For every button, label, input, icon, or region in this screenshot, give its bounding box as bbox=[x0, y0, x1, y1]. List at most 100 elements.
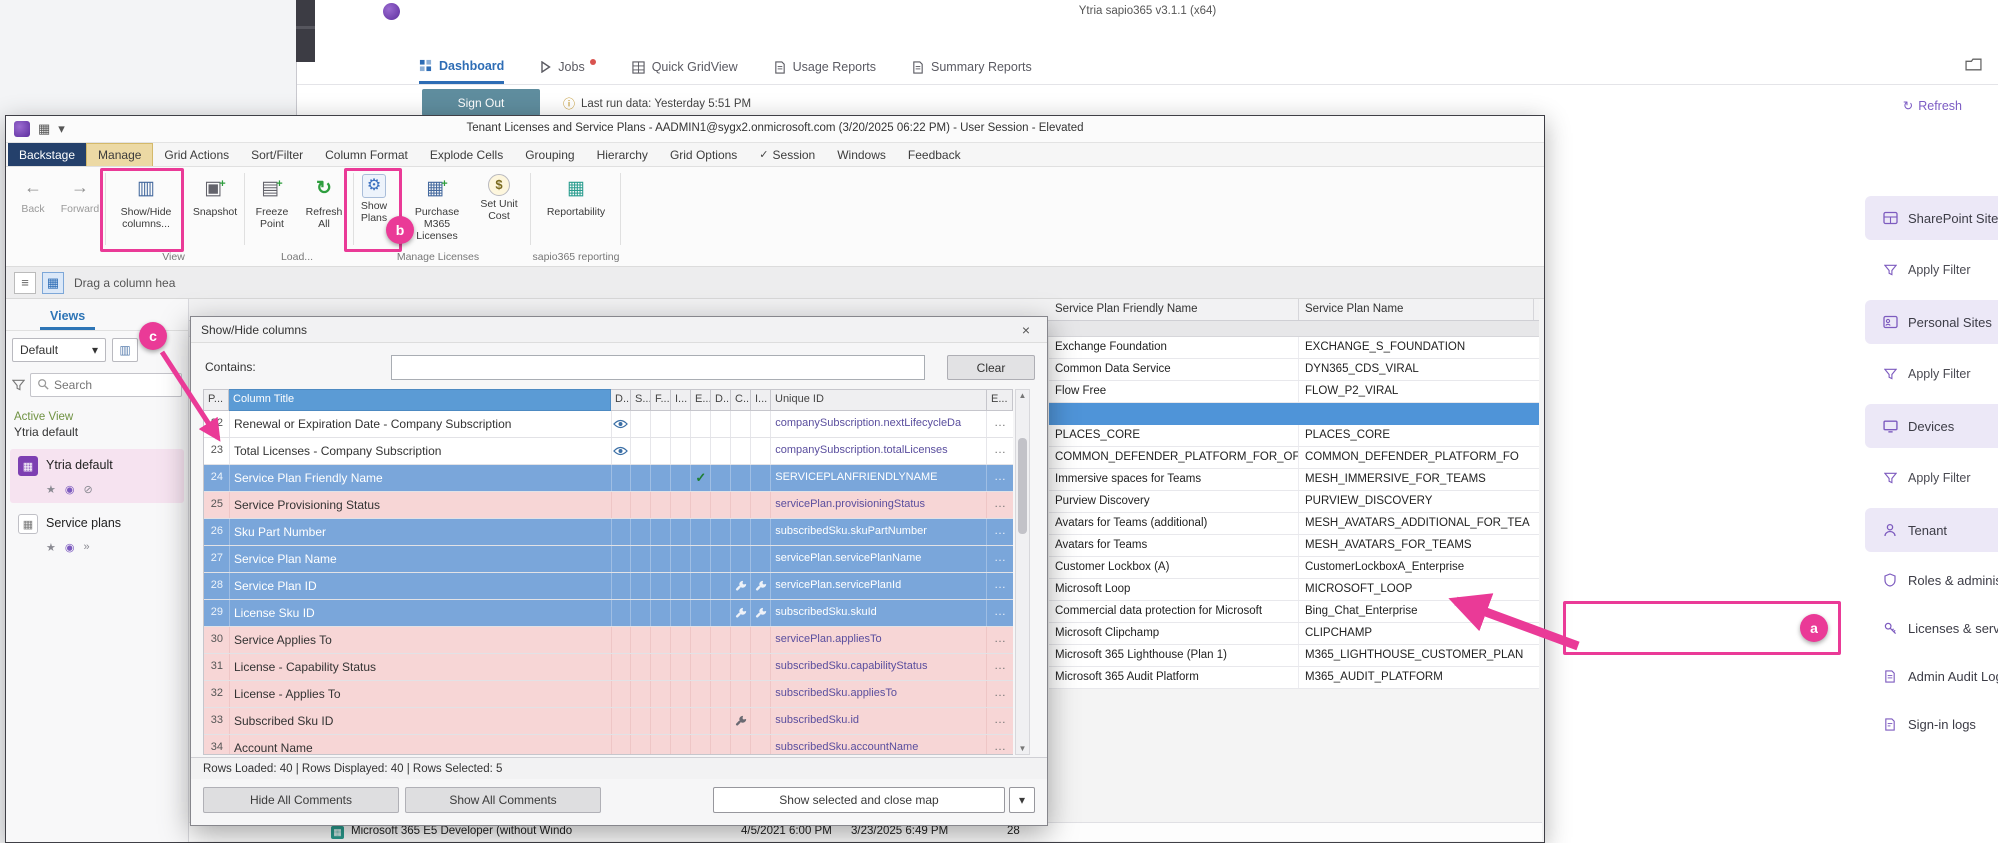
column-row-23[interactable]: 23Total Licenses - Company Subscriptionc… bbox=[204, 438, 1013, 465]
comment-ellipsis-button[interactable]: … bbox=[987, 465, 1013, 491]
column-row-30[interactable]: 30Service Applies ToservicePlan.appliesT… bbox=[204, 627, 1013, 654]
view-item-ytria-default[interactable]: ▦Ytria default★◉⊘ bbox=[10, 449, 184, 503]
scrollbar-thumb[interactable] bbox=[1018, 438, 1027, 534]
set-unit-cost-button[interactable]: $ Set Unit Cost bbox=[472, 171, 526, 247]
comment-ellipsis-button[interactable]: … bbox=[987, 546, 1013, 572]
comment-ellipsis-button[interactable]: … bbox=[987, 681, 1013, 707]
ribbon-tab-windows[interactable]: Windows bbox=[826, 143, 897, 166]
column-row-24[interactable]: 24Service Plan Friendly Name✓SERVICEPLAN… bbox=[204, 465, 1013, 492]
dialog-column-header[interactable]: E... bbox=[691, 389, 711, 411]
grid-row[interactable]: COMMON_DEFENDER_PLATFORM_FOR_OFCOMMON_DE… bbox=[1049, 447, 1539, 469]
top-tab-quick-gridview[interactable]: Quick GridView bbox=[632, 50, 738, 84]
show-hide-columns-button[interactable]: ▥ Show/Hide columns... bbox=[107, 171, 185, 247]
panel-item-sign-in-logs[interactable]: Sign-in logs bbox=[1865, 704, 1998, 744]
dialog-column-header[interactable]: D... bbox=[711, 389, 731, 411]
dialog-column-header[interactable]: Unique ID bbox=[771, 389, 987, 411]
star-icon[interactable]: ★ bbox=[46, 483, 56, 496]
dialog-column-header[interactable]: I... bbox=[671, 389, 691, 411]
comment-ellipsis-button[interactable]: … bbox=[987, 708, 1013, 734]
scroll-up-icon[interactable]: ▲ bbox=[1016, 391, 1029, 400]
filter-icon[interactable] bbox=[12, 379, 25, 391]
back-button[interactable]: ← Back bbox=[14, 177, 52, 215]
column-row-28[interactable]: 28Service Plan IDservicePlan.servicePlan… bbox=[204, 573, 1013, 600]
ribbon-tab-grouping[interactable]: Grouping bbox=[514, 143, 585, 166]
contains-input[interactable] bbox=[391, 355, 925, 380]
top-tab-usage-reports[interactable]: Usage Reports bbox=[774, 50, 876, 84]
comment-ellipsis-button[interactable]: … bbox=[987, 438, 1013, 464]
show-selected-close-button[interactable]: Show selected and close map bbox=[713, 787, 1005, 813]
top-tab-dashboard[interactable]: Dashboard bbox=[419, 50, 504, 84]
badge-icon[interactable]: ◉ bbox=[65, 483, 75, 496]
grid-row[interactable] bbox=[1049, 403, 1539, 425]
chevrons-icon[interactable]: » bbox=[83, 541, 89, 554]
grid-row[interactable]: Microsoft 365 Lighthouse (Plan 1)M365_LI… bbox=[1049, 645, 1539, 667]
dialog-column-header[interactable]: Column Title bbox=[229, 389, 611, 411]
panel-item-licenses-services-plans[interactable]: Licenses & services plansⓘ bbox=[1865, 608, 1998, 648]
column-row-27[interactable]: 27Service Plan NameservicePlan.servicePl… bbox=[204, 546, 1013, 573]
column-row-22[interactable]: 22Renewal or Expiration Date - Company S… bbox=[204, 411, 1013, 438]
show-all-comments-button[interactable]: Show All Comments bbox=[405, 787, 601, 813]
grid-row[interactable]: Microsoft LoopMICROSOFT_LOOP bbox=[1049, 579, 1539, 601]
ribbon-tab-manage[interactable]: Manage bbox=[86, 143, 153, 166]
column-row-26[interactable]: 26Sku Part NumbersubscribedSku.skuPartNu… bbox=[204, 519, 1013, 546]
grid-row[interactable]: Immersive spaces for TeamsMESH_IMMERSIVE… bbox=[1049, 469, 1539, 491]
column-row-31[interactable]: 31License - Capability StatussubscribedS… bbox=[204, 654, 1013, 681]
ribbon-tab-column-format[interactable]: Column Format bbox=[314, 143, 419, 166]
column-row-25[interactable]: 25Service Provisioning StatusservicePlan… bbox=[204, 492, 1013, 519]
view-preset-dropdown[interactable]: Default ▾ bbox=[12, 338, 106, 362]
grid-row[interactable]: Avatars for TeamsMESH_AVATARS_FOR_TEAMS bbox=[1049, 535, 1539, 557]
ribbon-tab-explode-cells[interactable]: Explode Cells bbox=[419, 143, 514, 166]
grid-row[interactable]: Common Data ServiceDYN365_CDS_VIRAL bbox=[1049, 359, 1539, 381]
show-plans-button[interactable]: ⚙ Show Plans bbox=[349, 171, 399, 247]
dialog-column-header[interactable]: F... bbox=[651, 389, 671, 411]
grid-row[interactable]: Avatars for Teams (additional)MESH_AVATA… bbox=[1049, 513, 1539, 535]
comment-ellipsis-button[interactable]: … bbox=[987, 519, 1013, 545]
grid-row[interactable]: Microsoft 365 Audit PlatformM365_AUDIT_P… bbox=[1049, 667, 1539, 689]
show-selected-dropdown-icon[interactable]: ▾ bbox=[1009, 787, 1035, 813]
comment-ellipsis-button[interactable]: … bbox=[987, 627, 1013, 653]
column-row-33[interactable]: 33Subscribed Sku IDsubscribedSku.id… bbox=[204, 708, 1013, 735]
sign-out-button[interactable]: Sign Out bbox=[422, 89, 540, 116]
ribbon-tab-hierarchy[interactable]: Hierarchy bbox=[586, 143, 659, 166]
panel-item-tenant[interactable]: Tenant bbox=[1865, 508, 1998, 552]
search-input[interactable] bbox=[54, 378, 175, 392]
forward-button[interactable]: → Forward bbox=[56, 177, 104, 215]
close-icon[interactable]: × bbox=[1015, 322, 1037, 338]
comment-ellipsis-button[interactable]: … bbox=[987, 735, 1013, 755]
grid-row[interactable]: Flow FreeFLOW_P2_VIRAL bbox=[1049, 381, 1539, 403]
column-row-32[interactable]: 32License - Applies TosubscribedSku.appl… bbox=[204, 681, 1013, 708]
panel-item-admin-audit-logs[interactable]: Admin Audit Logs bbox=[1865, 656, 1998, 696]
ribbon-tab-backstage[interactable]: Backstage bbox=[8, 143, 86, 166]
hide-all-comments-button[interactable]: Hide All Comments bbox=[203, 787, 399, 813]
panel-item-personal-sites[interactable]: Personal Sitesⓘ20 bbox=[1865, 300, 1998, 344]
top-tab-jobs[interactable]: Jobs bbox=[540, 50, 595, 84]
panel-item-apply-filter[interactable]: Apply Filter bbox=[1865, 252, 1998, 288]
scroll-down-icon[interactable]: ▼ bbox=[1016, 744, 1029, 753]
grid-row[interactable]: Exchange FoundationEXCHANGE_S_FOUNDATION bbox=[1049, 337, 1539, 359]
dialog-column-header[interactable]: C... bbox=[731, 389, 751, 411]
disable-icon[interactable]: ⊘ bbox=[83, 483, 92, 496]
column-header-service-plan-name[interactable]: Service Plan Name bbox=[1299, 299, 1534, 320]
dialog-column-header[interactable]: S... bbox=[631, 389, 651, 411]
refresh-button[interactable]: ↻ Refresh bbox=[1903, 98, 1962, 113]
panel-item-roles-administrators[interactable]: Roles & administrators bbox=[1865, 560, 1998, 600]
view-item-service-plans[interactable]: ▦Service plans★◉» bbox=[10, 507, 184, 561]
grid-row[interactable]: Purview DiscoveryPURVIEW_DISCOVERY bbox=[1049, 491, 1539, 513]
column-header-service-plan-friendly-name[interactable]: Service Plan Friendly Name bbox=[1049, 299, 1299, 320]
comment-ellipsis-button[interactable]: … bbox=[987, 573, 1013, 599]
comment-ellipsis-button[interactable]: … bbox=[987, 411, 1013, 437]
dialog-column-header[interactable]: P... bbox=[203, 389, 229, 411]
ribbon-tab-grid-actions[interactable]: Grid Actions bbox=[153, 143, 240, 166]
dialog-column-header[interactable]: D... bbox=[611, 389, 631, 411]
column-row-34[interactable]: 34Account NamesubscribedSku.accountName… bbox=[204, 735, 1013, 755]
folder-icon[interactable] bbox=[1965, 58, 1982, 74]
dialog-column-header[interactable]: I... bbox=[751, 389, 771, 411]
freeze-point-button[interactable]: ▤+ Freeze Point bbox=[247, 171, 297, 247]
grid-row[interactable]: Customer Lockbox (A)CustomerLockboxA_Ent… bbox=[1049, 557, 1539, 579]
ribbon-tab-sort-filter[interactable]: Sort/Filter bbox=[240, 143, 314, 166]
grid-view-icon[interactable]: ▦ bbox=[42, 272, 64, 294]
tab-views[interactable]: Views bbox=[40, 303, 95, 330]
grid-row[interactable]: Commercial data protection for Microsoft… bbox=[1049, 601, 1539, 623]
columns-layout-button[interactable]: ▥ bbox=[112, 338, 138, 362]
ribbon-tab-grid-options[interactable]: Grid Options bbox=[659, 143, 748, 166]
